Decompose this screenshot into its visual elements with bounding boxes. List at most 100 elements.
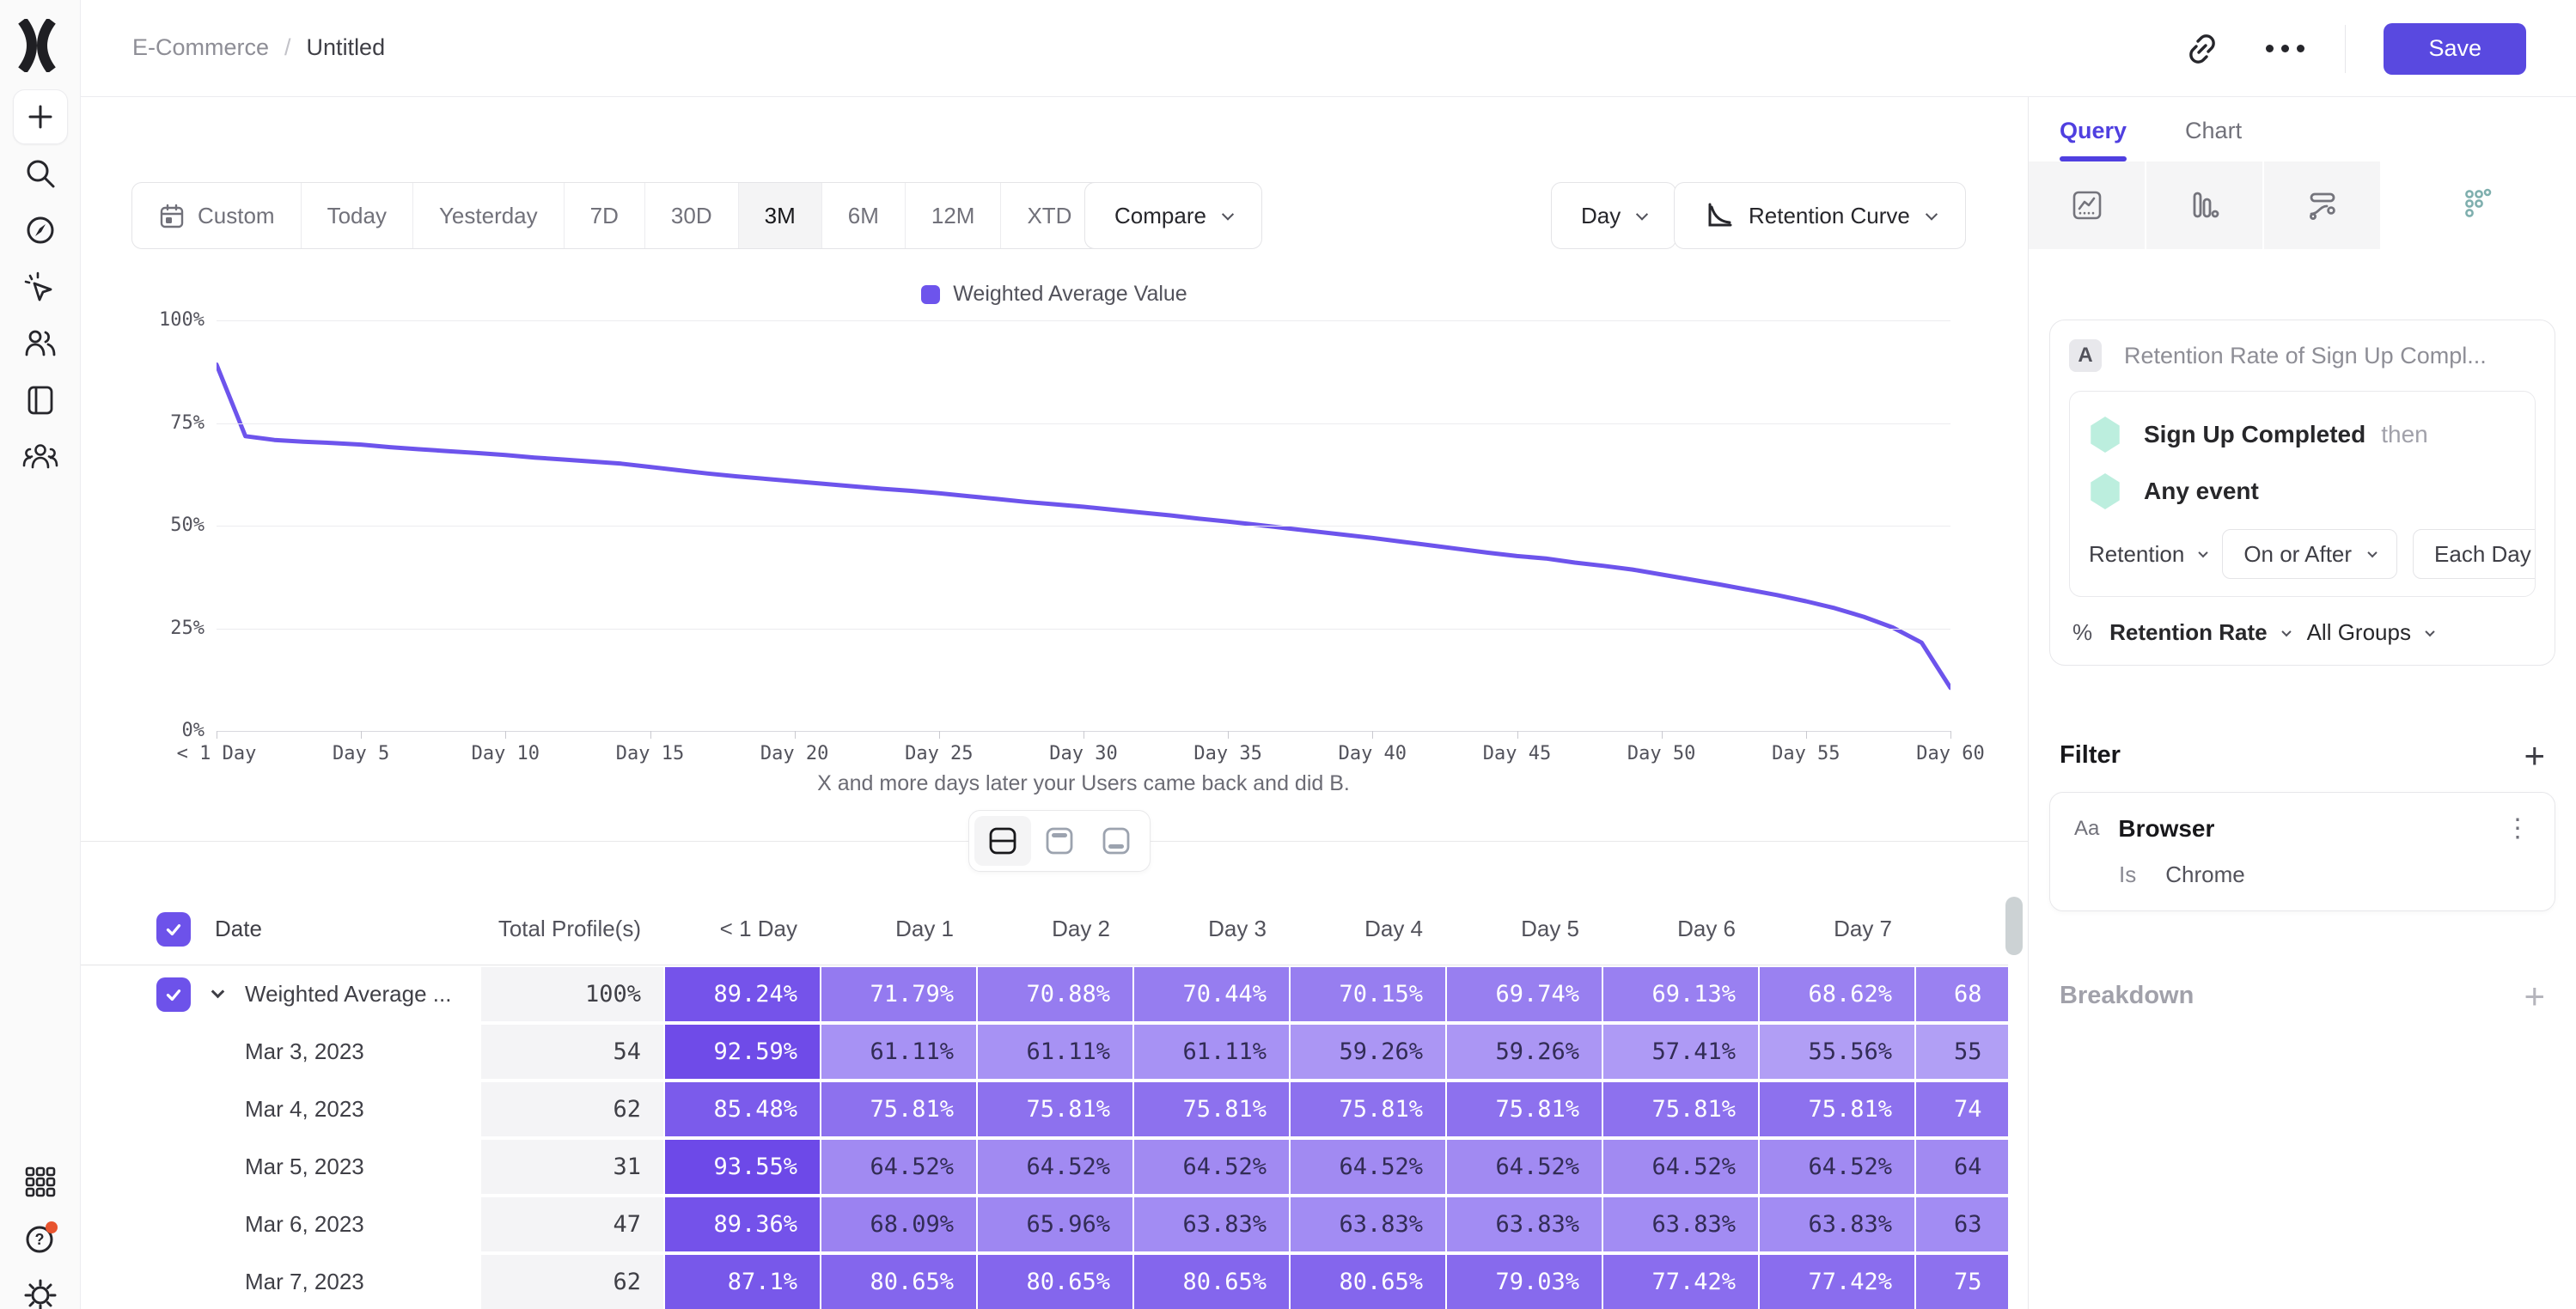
retention-value-cell[interactable]: 75.81%: [820, 1082, 976, 1138]
table-row[interactable]: Mar 5, 20233193.55%64.52%64.52%64.52%64.…: [81, 1140, 2008, 1197]
retention-value-cell[interactable]: 64.52%: [1132, 1140, 1289, 1196]
retention-value-cell[interactable]: 77.42%: [1758, 1255, 1914, 1309]
retention-value-cell[interactable]: 55: [1914, 1025, 2008, 1081]
retention-value-cell[interactable]: 75: [1914, 1255, 2008, 1309]
retention-value-cell[interactable]: 92.59%: [663, 1025, 820, 1081]
row-label-cell[interactable]: Mar 6, 2023: [81, 1197, 479, 1253]
retention-value-cell[interactable]: 80.65%: [976, 1255, 1132, 1309]
retention-value-cell[interactable]: 69.74%: [1445, 967, 1602, 1023]
retention-dots-icon[interactable]: [2382, 161, 2576, 249]
retention-value-cell[interactable]: 61.11%: [820, 1025, 976, 1081]
chart-view-toggle[interactable]: [1031, 816, 1088, 866]
share-link-icon[interactable]: [2180, 27, 2225, 71]
select-all-checkbox[interactable]: [156, 912, 191, 947]
row-label-cell[interactable]: Mar 3, 2023: [81, 1025, 479, 1081]
retention-value-cell[interactable]: 80.65%: [1289, 1255, 1445, 1309]
explore-compass-icon[interactable]: [13, 203, 68, 258]
retention-value-cell[interactable]: 63.83%: [1758, 1197, 1914, 1253]
retention-value-cell[interactable]: 80.65%: [820, 1255, 976, 1309]
events-cursor-icon[interactable]: [13, 259, 68, 314]
retention-value-cell[interactable]: 63.83%: [1289, 1197, 1445, 1253]
retention-value-cell[interactable]: 70.15%: [1289, 967, 1445, 1023]
date-range-7d[interactable]: 7D: [564, 183, 644, 248]
retention-value-cell[interactable]: 59.26%: [1445, 1025, 1602, 1081]
save-button[interactable]: Save: [2384, 23, 2526, 75]
flows-icon[interactable]: [2264, 161, 2382, 249]
retention-value-cell[interactable]: 77.42%: [1602, 1255, 1758, 1309]
filter-value[interactable]: Chrome: [2165, 862, 2244, 888]
retention-value-cell[interactable]: 61.11%: [1132, 1025, 1289, 1081]
retention-value-cell[interactable]: 75.81%: [1132, 1082, 1289, 1138]
app-logo-icon[interactable]: [15, 19, 58, 72]
filter-menu-icon[interactable]: ⋮: [2505, 822, 2530, 836]
return-event-name[interactable]: Any event: [2144, 478, 2259, 505]
retention-value-cell[interactable]: 63.83%: [1132, 1197, 1289, 1253]
table-row[interactable]: Mar 6, 20234789.36%68.09%65.96%63.83%63.…: [81, 1197, 2008, 1255]
apps-grid-icon[interactable]: [13, 1154, 68, 1209]
retention-value-cell[interactable]: 64.52%: [1758, 1140, 1914, 1196]
filter-property[interactable]: Browser: [2118, 815, 2486, 843]
date-range-30d[interactable]: 30D: [644, 183, 738, 248]
table-header-day-5[interactable]: Day 5: [1445, 916, 1602, 942]
date-range-today[interactable]: Today: [301, 183, 412, 248]
row-label-cell[interactable]: Mar 4, 2023: [81, 1082, 479, 1138]
retention-value-cell[interactable]: 64.52%: [1289, 1140, 1445, 1196]
retention-value-cell[interactable]: 64.52%: [1602, 1140, 1758, 1196]
tab-query[interactable]: Query: [2060, 118, 2127, 161]
table-header-day-2[interactable]: Day 2: [976, 916, 1132, 942]
breadcrumb-parent[interactable]: E-Commerce: [132, 34, 269, 61]
settings-gear-icon[interactable]: [13, 1268, 68, 1309]
retention-value-cell[interactable]: 70.44%: [1132, 967, 1289, 1023]
retention-value-cell[interactable]: 74: [1914, 1082, 2008, 1138]
table-header-day-7[interactable]: Day 7: [1758, 916, 1914, 942]
retention-value-cell[interactable]: 68.62%: [1758, 967, 1914, 1023]
more-options-icon[interactable]: [2262, 27, 2307, 71]
table-header-day-3[interactable]: Day 3: [1132, 916, 1289, 942]
retention-value-cell[interactable]: 75.81%: [1289, 1082, 1445, 1138]
table-header-day-4[interactable]: Day 4: [1289, 916, 1445, 942]
breadcrumb-current[interactable]: Untitled: [307, 34, 386, 61]
retention-value-cell[interactable]: 55.56%: [1758, 1025, 1914, 1081]
new-report-button[interactable]: [13, 89, 68, 144]
retention-value-cell[interactable]: 64.52%: [1445, 1140, 1602, 1196]
help-icon[interactable]: ?: [13, 1211, 68, 1266]
table-row[interactable]: Mar 7, 20236287.1%80.65%80.65%80.65%80.6…: [81, 1255, 2008, 1309]
table-row[interactable]: Mar 3, 20235492.59%61.11%61.11%61.11%59.…: [81, 1025, 2008, 1082]
retention-granularity-dropdown[interactable]: Each Day: [2413, 529, 2536, 579]
bar-chart-icon[interactable]: [2146, 161, 2264, 249]
retention-value-cell[interactable]: 68: [1914, 967, 2008, 1023]
retention-value-cell[interactable]: 89.36%: [663, 1197, 820, 1253]
retention-value-cell[interactable]: 63: [1914, 1197, 2008, 1253]
retention-value-cell[interactable]: 64.52%: [976, 1140, 1132, 1196]
retention-mode-dropdown[interactable]: Retention: [2089, 541, 2207, 568]
first-event-row[interactable]: Sign Up Completed then: [2089, 411, 2516, 459]
retention-value-cell[interactable]: 71.79%: [820, 967, 976, 1023]
retention-window-dropdown[interactable]: On or After: [2222, 529, 2397, 579]
table-row[interactable]: Weighted Average ...100%89.24%71.79%70.8…: [81, 967, 2008, 1025]
retention-value-cell[interactable]: 64.52%: [820, 1140, 976, 1196]
date-range-3m[interactable]: 3M: [738, 183, 821, 248]
add-breakdown-icon[interactable]: +: [2524, 983, 2545, 1009]
retention-value-cell[interactable]: 89.24%: [663, 967, 820, 1023]
row-checkbox[interactable]: [156, 977, 191, 1012]
table-header-day-1[interactable]: Day 1: [820, 916, 976, 942]
cohorts-icon[interactable]: [13, 429, 68, 484]
retention-value-cell[interactable]: 93.55%: [663, 1140, 820, 1196]
add-filter-icon[interactable]: +: [2524, 743, 2545, 769]
chart-type-dropdown[interactable]: Retention Curve: [1674, 182, 1966, 249]
row-label-cell[interactable]: Mar 7, 2023: [81, 1255, 479, 1309]
expand-chevron-icon[interactable]: [211, 985, 225, 999]
query-title[interactable]: Retention Rate of Sign Up Compl...: [2124, 343, 2487, 369]
date-range-yesterday[interactable]: Yesterday: [412, 183, 564, 248]
library-icon[interactable]: [13, 373, 68, 428]
search-icon[interactable]: [13, 146, 68, 201]
granularity-dropdown[interactable]: Day: [1551, 182, 1676, 249]
retention-value-cell[interactable]: 69.13%: [1602, 967, 1758, 1023]
retention-value-cell[interactable]: 87.1%: [663, 1255, 820, 1309]
first-event-name[interactable]: Sign Up Completed: [2144, 421, 2365, 448]
table-header--1-day[interactable]: < 1 Day: [663, 916, 820, 942]
measure-dropdown[interactable]: Retention Rate: [2109, 619, 2289, 646]
insights-chart-icon[interactable]: [2029, 161, 2146, 249]
compare-button[interactable]: Compare: [1084, 182, 1262, 249]
table-header-day-6[interactable]: Day 6: [1602, 916, 1758, 942]
